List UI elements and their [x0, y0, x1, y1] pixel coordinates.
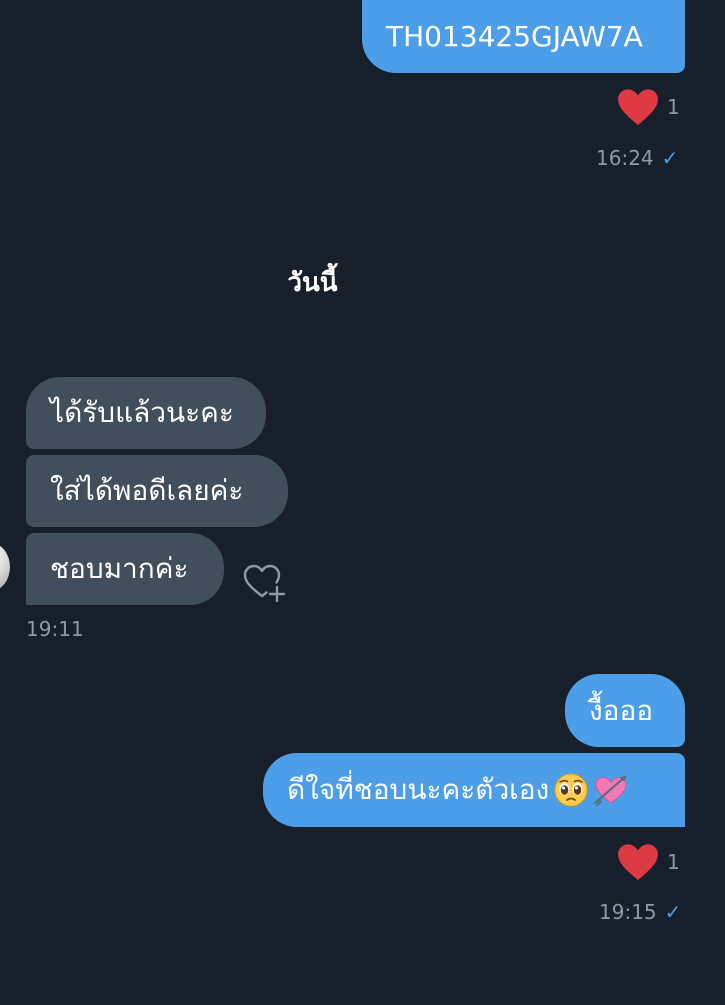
avatar[interactable] — [0, 543, 10, 591]
message-timestamp: 19:11 — [26, 617, 84, 641]
pleading-face-icon — [554, 773, 588, 807]
message-bubble-outgoing[interactable]: งื้อออ — [565, 674, 685, 747]
message-text: ชอบมากค่ะ — [50, 552, 189, 586]
message-text: งื้อออ — [589, 693, 654, 727]
timestamp-text: 19:15 — [599, 900, 657, 924]
message-bubble-incoming[interactable]: ได้รับแล้วนะคะ — [26, 377, 266, 449]
message-timestamp: 16:24 ✓ — [596, 146, 678, 170]
checkmark-icon: ✓ — [661, 146, 679, 170]
message-text: TH013425GJAW7A — [386, 19, 643, 53]
message-bubble-outgoing[interactable]: TH013425GJAW7A — [362, 0, 685, 73]
heart-icon — [618, 89, 658, 126]
checkmark-icon: ✓ — [664, 900, 682, 924]
message-bubble-incoming[interactable]: ชอบมากค่ะ — [26, 533, 224, 605]
message-bubble-outgoing[interactable]: ดีใจที่ชอบนะคะตัวเอง — [263, 753, 685, 827]
reaction-count: 1 — [667, 95, 680, 119]
message-text: ได้รับแล้วนะคะ — [50, 396, 234, 430]
heart-with-arrow-icon — [594, 775, 627, 807]
timestamp-text: 16:24 — [596, 146, 654, 170]
timestamp-text: 19:11 — [26, 617, 84, 641]
date-divider: วันนี้ — [287, 268, 338, 298]
message-text: ดีใจที่ชอบนะคะตัวเอง — [287, 773, 550, 807]
message-text: ใส่ได้พอดีเลยค่ะ — [50, 474, 244, 508]
heart-icon — [618, 844, 658, 881]
message-timestamp: 19:15 ✓ — [599, 900, 681, 924]
heart-plus-icon — [243, 564, 286, 603]
message-reaction[interactable]: 1 — [617, 843, 680, 881]
chat-conversation: TH013425GJAW7A 1 16:24 ✓ วันนี้ ได้รับแล… — [0, 0, 725, 1005]
add-reaction-button[interactable] — [242, 562, 288, 603]
reaction-count: 1 — [667, 850, 680, 874]
message-bubble-incoming[interactable]: ใส่ได้พอดีเลยค่ะ — [26, 455, 288, 527]
message-reaction[interactable]: 1 — [617, 88, 680, 126]
